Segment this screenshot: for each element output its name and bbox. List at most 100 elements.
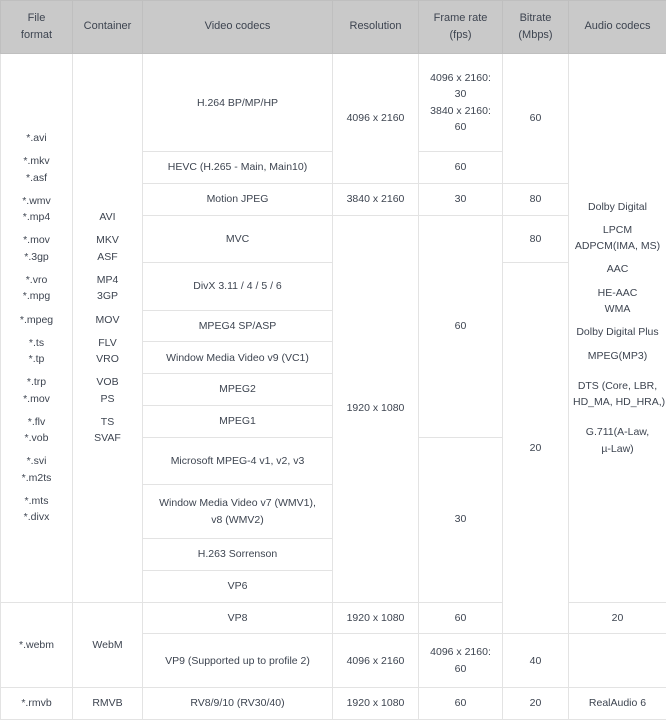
value-line: WMA [604, 303, 631, 315]
value-line: µ-Law) [601, 442, 634, 455]
cell-file-format: *.webm [0, 601, 73, 689]
cell-container: RMVB [72, 687, 143, 720]
value-line: *.mov [23, 392, 50, 405]
cell-frame-rate: 30 [418, 182, 503, 216]
cell-video-codec: VP9 (Supported up to profile 2) [142, 633, 333, 689]
value-line: HE-AAC [597, 286, 638, 299]
value-line: *.m2ts [21, 471, 52, 484]
column-header-container: Container [72, 0, 143, 54]
cell-audio-codec-text: RealAudio 6 [573, 695, 662, 711]
cell-video-codec: Microsoft MPEG-4 v1, v2, v3 [142, 436, 333, 486]
value-line: MOV [95, 313, 120, 326]
cell-file-format: *.avi *.mkv *.asf *.wmv *.mp4 *.mov *.3gp *.vro… [0, 53, 73, 603]
cell-frame-rate: 60 [418, 687, 503, 720]
cell-video-codec: Window Media Video v9 (VC1) [142, 341, 333, 375]
cell-bitrate: 40 [502, 633, 569, 689]
cell-video-codec: VP6 [142, 569, 333, 603]
value-line: VRO [96, 353, 119, 366]
header-line: (fps) [449, 29, 472, 41]
cell-bitrate: 80 [502, 214, 569, 264]
value-line: Dolby Digital Plus [576, 326, 659, 339]
header-line: Audio codecs [584, 20, 651, 33]
header-label-frame-rate: Frame rate (fps) [422, 10, 499, 44]
cell-bitrate: 20 [502, 687, 569, 720]
cell-audio-codec: RealAudio 6 [568, 687, 666, 720]
value-line: ASF [97, 250, 118, 263]
header-line: (Mbps) [518, 29, 553, 41]
cell-file-format-text: *.avi *.mkv *.asf *.wmv *.mp4 *.mov *.3gp *.vro… [5, 130, 68, 525]
value-line: *.flv [27, 415, 46, 428]
table-header: File format Container Video codecs Resolu… [0, 0, 666, 54]
header-label-resolution: Resolution [336, 18, 415, 35]
cell-resolution: 1920 x 1080 [332, 601, 419, 635]
value-line: *.vob [24, 432, 49, 445]
cell-audio-codec: Dolby Digital LPCM ADPCM(IMA, MS) AAC HE-AAC… [568, 53, 666, 603]
value-line: *.mkv [23, 155, 50, 168]
value-line: LPCM [602, 223, 633, 236]
cell-resolution: 1920 x 1080 [332, 687, 419, 720]
cell-file-format-text: *.webm [5, 637, 68, 653]
value-line: HD_MA, HD_HRA,) [573, 396, 666, 409]
table-row: *.rmvb RMVB RV8/9/10 (RV30/40) 1920 x 1080 6… [0, 687, 666, 720]
value-line: G.711(A-Law, [585, 426, 650, 439]
table-row: *.avi *.mkv *.asf *.wmv *.mp4 *.mov *.3gp *.vro… [0, 52, 666, 603]
header-line: Bitrate [519, 11, 552, 24]
cell-frame-rate: 30 [418, 436, 503, 603]
cell-frame-rate: 60 [418, 214, 503, 438]
cell-video-codec: MPEG2 [142, 373, 333, 406]
header-label-file-format: File format [4, 10, 69, 44]
value-line: DTS (Core, LBR, [577, 379, 658, 392]
value-line: MKV [96, 234, 119, 247]
cell-container: AVI MKV ASF MP4 3GP MOV FLV VRO VOB PS TS SVAF [72, 53, 143, 603]
value-line: MP4 [96, 273, 119, 286]
header-line: Container [83, 20, 132, 33]
value-line: *.divx [23, 511, 50, 524]
cell-bitrate: 20 [568, 601, 666, 635]
value-line: RMVB [92, 697, 123, 710]
value-line: TS [100, 415, 115, 428]
column-header-resolution: Resolution [332, 0, 419, 54]
column-header-file-format: File format [0, 0, 73, 54]
cell-frame-rate: 4096 x 2160: 30 3840 x 2160: 60 [418, 52, 503, 153]
table-body: *.avi *.mkv *.asf *.wmv *.mp4 *.mov *.3gp *.vro… [0, 52, 666, 720]
cell-bitrate: 60 [502, 53, 569, 184]
value-line: *.tp [28, 353, 45, 366]
value-line: AVI [99, 211, 116, 224]
cell-frame-rate: 60 [418, 151, 503, 184]
cell-bitrate: 80 [502, 182, 569, 216]
header-label-bitrate: Bitrate (Mbps) [506, 10, 565, 44]
value-line: *.vro [25, 273, 48, 286]
header-line: File [27, 11, 46, 24]
value-line: *.rmvb [21, 697, 52, 710]
cell-resolution: 4096 x 2160 [332, 53, 419, 184]
cell-container: WebM [72, 601, 143, 689]
header-line: Frame rate [433, 11, 488, 24]
header-line: format [20, 29, 53, 41]
header-line: Video codecs [204, 20, 271, 33]
header-label-audio-codecs: Audio codecs [572, 18, 663, 35]
header-label-video-codecs: Video codecs [146, 18, 329, 35]
value-line: ADPCM(IMA, MS) [574, 240, 661, 253]
value-line: *.svi [26, 455, 47, 468]
value-line: *.webm [18, 638, 54, 651]
value-line: RealAudio 6 [588, 697, 647, 710]
column-header-video-codecs: Video codecs [142, 0, 333, 54]
value-line: *.mp4 [22, 211, 51, 224]
value-line: *.asf [25, 171, 47, 184]
value-line: *.mpeg [19, 313, 54, 326]
